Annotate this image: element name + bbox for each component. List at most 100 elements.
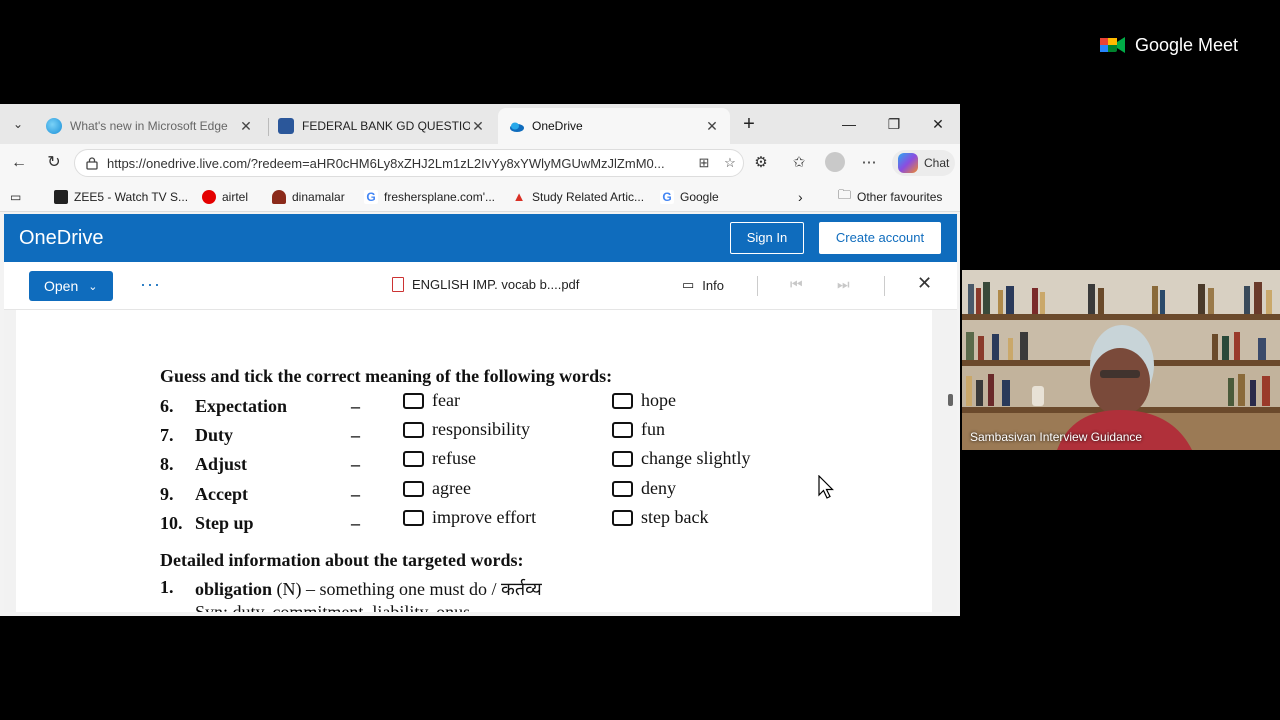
question-dash: – [351,425,360,445]
option-label: agree [432,478,471,498]
document-viewer[interactable]: Guess and tick the correct meaning of th… [4,310,957,612]
more-options-icon[interactable]: ··· [140,274,161,295]
onedrive-title[interactable]: OneDrive [19,227,103,250]
fav-dinamalar[interactable]: dinamalar [272,188,345,206]
question-dash: – [351,484,360,504]
google-g-icon: G [364,190,378,204]
option-checkbox[interactable]: deny [612,478,676,499]
checkbox-icon [612,480,633,497]
option-label: responsibility [432,419,530,439]
file-name: ENGLISH IMP. vocab b....pdf [392,277,579,292]
chevron-right-icon[interactable]: › [798,188,803,206]
option-checkbox[interactable]: responsibility [403,419,530,440]
open-button[interactable]: Open ⌄ [29,271,113,301]
profile-avatar-icon[interactable] [824,152,846,174]
next-file-icon[interactable]: ⏭ [837,276,850,293]
checkbox-icon [403,480,424,497]
option-label: fear [432,390,460,410]
copilot-chat-button[interactable]: Chat [892,150,956,176]
question-number: 7. [160,425,174,445]
chevron-down-icon: ⌄ [88,280,98,293]
airtel-icon [202,190,216,204]
option-checkbox[interactable]: agree [403,478,471,499]
close-icon[interactable]: ✕ [704,118,720,135]
fav-zee5[interactable]: ZEE5 - Watch TV S... [54,188,188,206]
question-number: 6. [160,396,174,416]
checkbox-icon [403,392,424,409]
checkbox-icon [612,392,633,409]
previous-file-icon[interactable]: ⏮ [790,276,803,293]
question-word: Accept [195,484,248,504]
tab-federal-bank[interactable]: FEDERAL BANK GD QUESTIONS .d ✕ [268,108,496,144]
google-meet-logo: Google Meet [1100,34,1238,56]
dinamalar-icon [272,190,286,204]
close-window-icon[interactable]: ✕ [923,112,953,136]
checkbox-icon [403,450,424,467]
option-checkbox[interactable]: improve effort [403,507,536,528]
option-checkbox[interactable]: fun [612,419,665,440]
url-text: https://onedrive.live.com/?redeem=aHR0cH… [107,155,665,171]
detail-definition: (N) – something one must do / कर्तव्य [272,579,542,599]
close-icon[interactable]: ✕ [238,118,254,135]
checkbox-icon [612,509,633,526]
refresh-icon[interactable]: ↻ [42,151,66,175]
participant-video-tile[interactable]: Sambasivan Interview Guidance [962,270,1280,450]
url-input[interactable]: https://onedrive.live.com/?redeem=aHR0cH… [74,149,744,177]
favourite-star-icon[interactable]: ☆ [717,155,743,171]
mouse-cursor-icon [818,475,834,499]
option-checkbox[interactable]: fear [403,390,460,411]
fav-google[interactable]: G Google [660,188,719,206]
file-name-label: ENGLISH IMP. vocab b....pdf [412,277,580,292]
google-g-icon: G [660,190,674,204]
edge-icon [46,118,62,134]
question-number: 10. [160,513,183,533]
extensions-icon[interactable]: ⚙ [750,152,772,174]
question-dash: – [351,396,360,416]
close-icon[interactable]: ✕ [470,118,486,135]
onedrive-icon [510,122,524,132]
detail-line: obligation (N) – something one must do /… [195,577,542,601]
address-bar: ← ↻ https://onedrive.live.com/?redeem=aH… [0,144,960,182]
fav-label: Study Related Artic... [532,190,645,204]
question-dash: – [351,513,360,533]
option-checkbox[interactable]: change slightly [612,448,750,469]
fav-freshersplane[interactable]: Gfreshersplane.com'... [364,188,495,206]
other-favourites[interactable]: 🗀 Other favourites [838,187,942,206]
tab-onedrive[interactable]: OneDrive ✕ [498,108,730,144]
question-number: 9. [160,484,174,504]
checkbox-icon [403,509,424,526]
close-viewer-icon[interactable]: ✕ [917,273,932,294]
fav-label: freshersplane.com'... [384,190,496,204]
detail-synonyms: Syn: duty, commitment, liability, onus [195,602,471,612]
fav-label: airtel [222,190,249,204]
minimize-icon[interactable]: — [834,112,864,136]
fav-airtel[interactable]: airtel [202,188,248,206]
scrollbar-thumb[interactable] [948,394,953,406]
detail-number: 1. [160,577,174,597]
chat-label: Chat [924,156,950,170]
copilot-icon [898,153,918,173]
option-checkbox[interactable]: step back [612,507,708,528]
viewer-toolbar: Open ⌄ ··· ENGLISH IMP. vocab b....pdf ▭… [4,262,957,310]
meet-stage: Google Meet ⌄ What's new in Microsoft Ed… [0,0,1280,720]
favourites-icon[interactable]: ✩ [788,152,810,174]
tab-bar: ⌄ What's new in Microsoft Edge ✕ FEDERAL… [0,104,960,144]
option-checkbox[interactable]: hope [612,390,676,411]
sign-in-button[interactable]: Sign In [730,222,804,254]
app-grid-icon[interactable]: ⊞ [691,155,717,171]
more-menu-icon[interactable]: ⋯ [858,152,880,174]
restore-icon[interactable]: ❐ [879,112,909,136]
new-tab-plus-icon[interactable]: + [734,112,764,136]
tab-label: What's new in Microsoft Edge [70,119,228,133]
tab-label: OneDrive [532,119,583,133]
back-arrow-icon[interactable]: ← [7,151,31,175]
fav-study-related[interactable]: ▲ Study Related Artic... [512,188,645,206]
tab-actions-chevron-icon[interactable]: ⌄ [8,114,28,134]
tab-whats-new[interactable]: What's new in Microsoft Edge ✕ [36,108,264,144]
info-button[interactable]: ▭ Info [682,277,724,293]
fav-label: Google [680,190,719,204]
reading-list-icon[interactable]: ▭ [10,188,21,206]
lock-icon [86,157,98,170]
option-checkbox[interactable]: refuse [403,448,476,469]
create-account-button[interactable]: Create account [819,222,941,254]
